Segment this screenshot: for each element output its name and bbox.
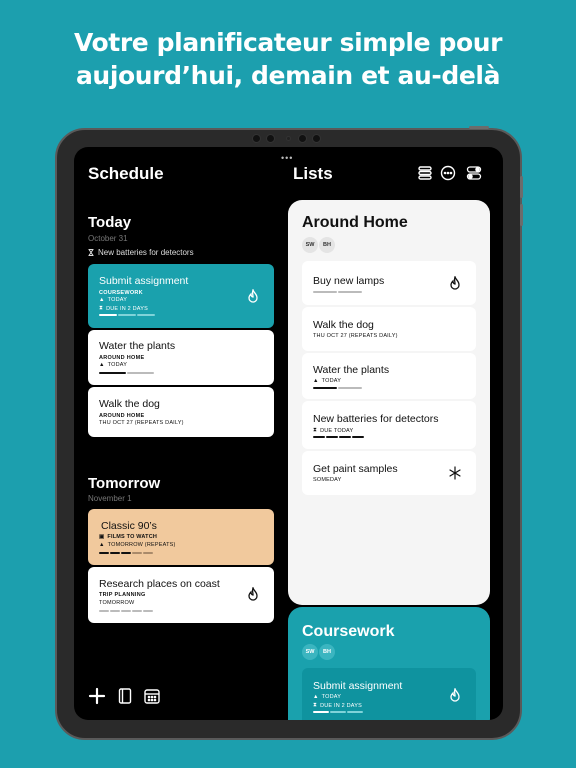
bell-icon: ▲ [99, 362, 105, 368]
flame-icon [450, 688, 460, 702]
schedule-card-research-places[interactable]: Research places on coast TRIP PLANNING T… [88, 567, 274, 623]
hourglass-icon: ⧗ [99, 305, 104, 311]
list-title: Around Home [302, 214, 408, 231]
progress-bar [313, 387, 362, 389]
progress-bar [99, 552, 153, 554]
card-meta: ▲ TODAY [99, 362, 128, 368]
headline-line-2: aujourd’hui, demain et au-delà [75, 61, 501, 90]
list-item[interactable]: Get paint samples SOMEDAY [302, 451, 476, 495]
hourglass-icon: ⧗ [313, 702, 318, 708]
toggles-icon[interactable] [466, 165, 482, 181]
schedule-card-water-plants[interactable]: Water the plants AROUND HOME ▲ TODAY [88, 330, 274, 385]
today-heading: Today [88, 214, 132, 231]
progress-bar [313, 711, 363, 713]
ellipsis-circle-icon[interactable] [440, 165, 456, 181]
volume-up-button [520, 176, 523, 198]
film-icon: ▣ [99, 534, 105, 540]
app-screen: ••• Schedule Lists Today October 31 New … [74, 147, 503, 720]
item-meta: ⧗ DUE TODAY [313, 427, 354, 434]
reminder-text: New batteries for detectors [98, 248, 194, 257]
item-title: Buy new lamps [313, 275, 385, 287]
card-category: ▣ FILMS TO WATCH [99, 534, 158, 540]
sensor [298, 134, 307, 143]
card-category: COURSEWORK [99, 290, 143, 296]
avatar[interactable]: SW [302, 644, 318, 660]
list-item[interactable]: Water the plants ▲ TODAY [302, 353, 476, 399]
item-title: Water the plants [313, 364, 390, 376]
progress-bar [99, 314, 155, 316]
tomorrow-heading: Tomorrow [88, 475, 161, 492]
item-title: Walk the dog [313, 319, 374, 331]
tomorrow-date: November 1 [88, 494, 132, 503]
lists-title: Lists [293, 164, 333, 183]
calendar-icon[interactable] [143, 687, 161, 705]
list-title: Coursework [302, 623, 395, 640]
sensor [286, 136, 291, 141]
volume-down-button [520, 204, 523, 226]
schedule-card-walk-dog[interactable]: Walk the dog AROUND HOME THU OCT 27 (REP… [88, 387, 274, 437]
today-reminder[interactable]: New batteries for detectors [88, 248, 194, 257]
progress-bar [99, 372, 154, 374]
sensor [266, 134, 275, 143]
card-meta: ⧗ DUE IN 2 DAYS [99, 305, 148, 312]
item-title: New batteries for detectors [313, 413, 439, 425]
list-item[interactable]: New batteries for detectors ⧗ DUE TODAY [302, 401, 476, 449]
avatar[interactable]: BH [319, 237, 335, 253]
progress-bar [99, 610, 153, 612]
schedule-card-submit-assignment[interactable]: Submit assignment COURSEWORK ▲ TODAY ⧗ DUE… [88, 264, 274, 328]
headline-line-1: Votre planificateur simple pour [73, 28, 503, 57]
card-meta: TOMORROW [99, 600, 135, 606]
plus-icon[interactable] [88, 687, 106, 705]
flame-icon [248, 289, 258, 303]
multitasking-dots[interactable]: ••• [281, 153, 293, 163]
today-date: October 31 [88, 234, 128, 243]
card-meta: ▲ TOMORROW (REPEATS) [99, 542, 176, 548]
stack-icon[interactable] [417, 165, 433, 181]
flame-icon [248, 587, 258, 601]
top-button [469, 126, 489, 129]
card-title: Walk the dog [99, 398, 160, 410]
bell-icon: ▲ [313, 694, 319, 700]
hourglass-icon [88, 249, 94, 256]
card-meta: THU OCT 27 (REPEATS DAILY) [99, 420, 184, 426]
book-icon[interactable] [116, 687, 134, 705]
item-title: Get paint samples [313, 463, 398, 475]
schedule-card-classic-90s[interactable]: Classic 90’s ▣ FILMS TO WATCH ▲ TOMORROW (… [88, 509, 274, 565]
headline: Votre planificateur simple pour aujourd’… [0, 26, 576, 92]
card-category: AROUND HOME [99, 413, 145, 419]
bell-icon: ▲ [313, 378, 319, 384]
hourglass-icon: ⧗ [313, 427, 318, 433]
item-meta: ⧗ DUE IN 2 DAYS [313, 702, 362, 709]
item-meta: ▲ TODAY [313, 378, 342, 384]
list-panel-coursework[interactable]: Coursework SW BH Submit assignment ▲ TODA… [288, 607, 490, 720]
card-category: TRIP PLANNING [99, 592, 146, 598]
item-meta: SOMEDAY [313, 477, 342, 483]
card-title: Classic 90’s [101, 520, 157, 532]
list-item[interactable]: Submit assignment ▲ TODAY ⧗ DUE IN 2 DAYS [302, 668, 476, 720]
bell-icon: ▲ [99, 542, 105, 548]
list-item[interactable]: Buy new lamps [302, 261, 476, 305]
avatar[interactable]: SW [302, 237, 318, 253]
card-title: Water the plants [99, 340, 176, 352]
item-meta: ▲ TODAY [313, 694, 342, 700]
front-camera [312, 134, 321, 143]
snowflake-icon [449, 466, 461, 480]
progress-bar [313, 436, 364, 438]
flame-icon [450, 276, 460, 290]
sensor [252, 134, 261, 143]
card-title: Submit assignment [99, 275, 189, 287]
card-title: Research places on coast [99, 578, 220, 590]
avatar[interactable]: BH [319, 644, 335, 660]
card-meta: ▲ TODAY [99, 297, 128, 303]
progress-bar [313, 291, 362, 293]
item-meta: THU OCT 27 (REPEATS DAILY) [313, 333, 398, 339]
item-title: Submit assignment [313, 680, 403, 692]
bell-icon: ▲ [99, 297, 105, 303]
schedule-title: Schedule [88, 164, 164, 183]
list-panel-around-home[interactable]: Around Home SW BH Buy new lamps Walk the… [288, 200, 490, 605]
card-category: AROUND HOME [99, 355, 145, 361]
list-item[interactable]: Walk the dog THU OCT 27 (REPEATS DAILY) [302, 307, 476, 351]
